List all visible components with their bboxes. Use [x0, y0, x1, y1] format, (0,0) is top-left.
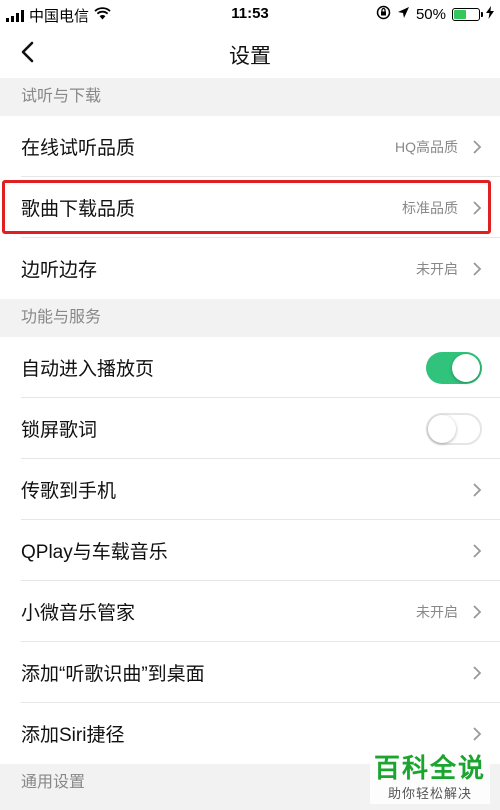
toggle-knob — [428, 414, 456, 443]
row-label: 添加Siri捷径 — [21, 725, 125, 746]
chevron-right-icon — [472, 604, 482, 620]
row-label: 歌曲下载品质 — [21, 199, 136, 220]
orientation-lock-icon — [376, 5, 391, 24]
row-value: 未开启 — [416, 260, 458, 277]
row-label: 在线试听品质 — [21, 138, 136, 159]
row-auto-play-page: 自动进入播放页 — [0, 337, 500, 398]
row-qplay[interactable]: QPlay与车载音乐 — [0, 520, 500, 581]
charging-icon — [486, 6, 494, 23]
page-title: 设置 — [229, 45, 271, 68]
row-label: 传歌到手机 — [21, 481, 117, 502]
row-lock-screen-lyrics: 锁屏歌词 — [0, 398, 500, 459]
row-xiaowei[interactable]: 小微音乐管家 未开启 — [0, 581, 500, 642]
row-transfer-to-phone[interactable]: 传歌到手机 — [0, 459, 500, 520]
watermark-main: 百科全说 — [373, 753, 486, 783]
row-value: 未开启 — [416, 603, 458, 620]
chevron-right-icon — [472, 200, 482, 216]
section-header-features-services: 功能与服务 — [0, 299, 500, 337]
location-icon — [397, 6, 410, 23]
lock-screen-lyrics-toggle[interactable] — [426, 412, 482, 445]
row-cache-while-listening[interactable]: 边听边存 未开启 — [0, 238, 500, 299]
section-header-listen-download: 试听与下载 — [0, 78, 500, 116]
row-add-shortcut[interactable]: 添加“听歌识曲”到桌面 — [0, 642, 500, 703]
battery-percent: 50% — [415, 6, 446, 23]
status-right: 50% — [376, 5, 494, 24]
chevron-right-icon — [472, 543, 482, 559]
watermark-sub: 助你轻松解决 — [387, 786, 472, 801]
chevron-right-icon — [472, 261, 482, 277]
row-label: 边听边存 — [21, 260, 98, 281]
row-label: 添加“听歌识曲”到桌面 — [21, 664, 205, 685]
chevron-right-icon — [472, 482, 482, 498]
row-label: QPlay与车载音乐 — [21, 542, 168, 563]
nav-bar: 设置 — [0, 28, 500, 78]
row-label: 小微音乐管家 — [21, 603, 136, 624]
row-download-quality[interactable]: 歌曲下载品质 标准品质 — [0, 177, 500, 238]
row-value: HQ高品质 — [395, 138, 458, 155]
row-value: 标准品质 — [402, 199, 458, 216]
row-label: 自动进入播放页 — [21, 359, 155, 380]
battery-icon — [452, 8, 483, 21]
auto-play-toggle[interactable] — [426, 351, 482, 384]
chevron-right-icon — [472, 665, 482, 681]
chevron-right-icon — [472, 726, 482, 742]
row-label: 锁屏歌词 — [21, 420, 98, 441]
toggle-knob — [452, 353, 480, 382]
status-bar: 中国电信 11:53 50% — [0, 0, 500, 28]
chevron-right-icon — [472, 139, 482, 155]
watermark-logo: 百科全说 助你轻松解决 — [369, 751, 490, 804]
row-online-quality[interactable]: 在线试听品质 HQ高品质 — [0, 116, 500, 177]
